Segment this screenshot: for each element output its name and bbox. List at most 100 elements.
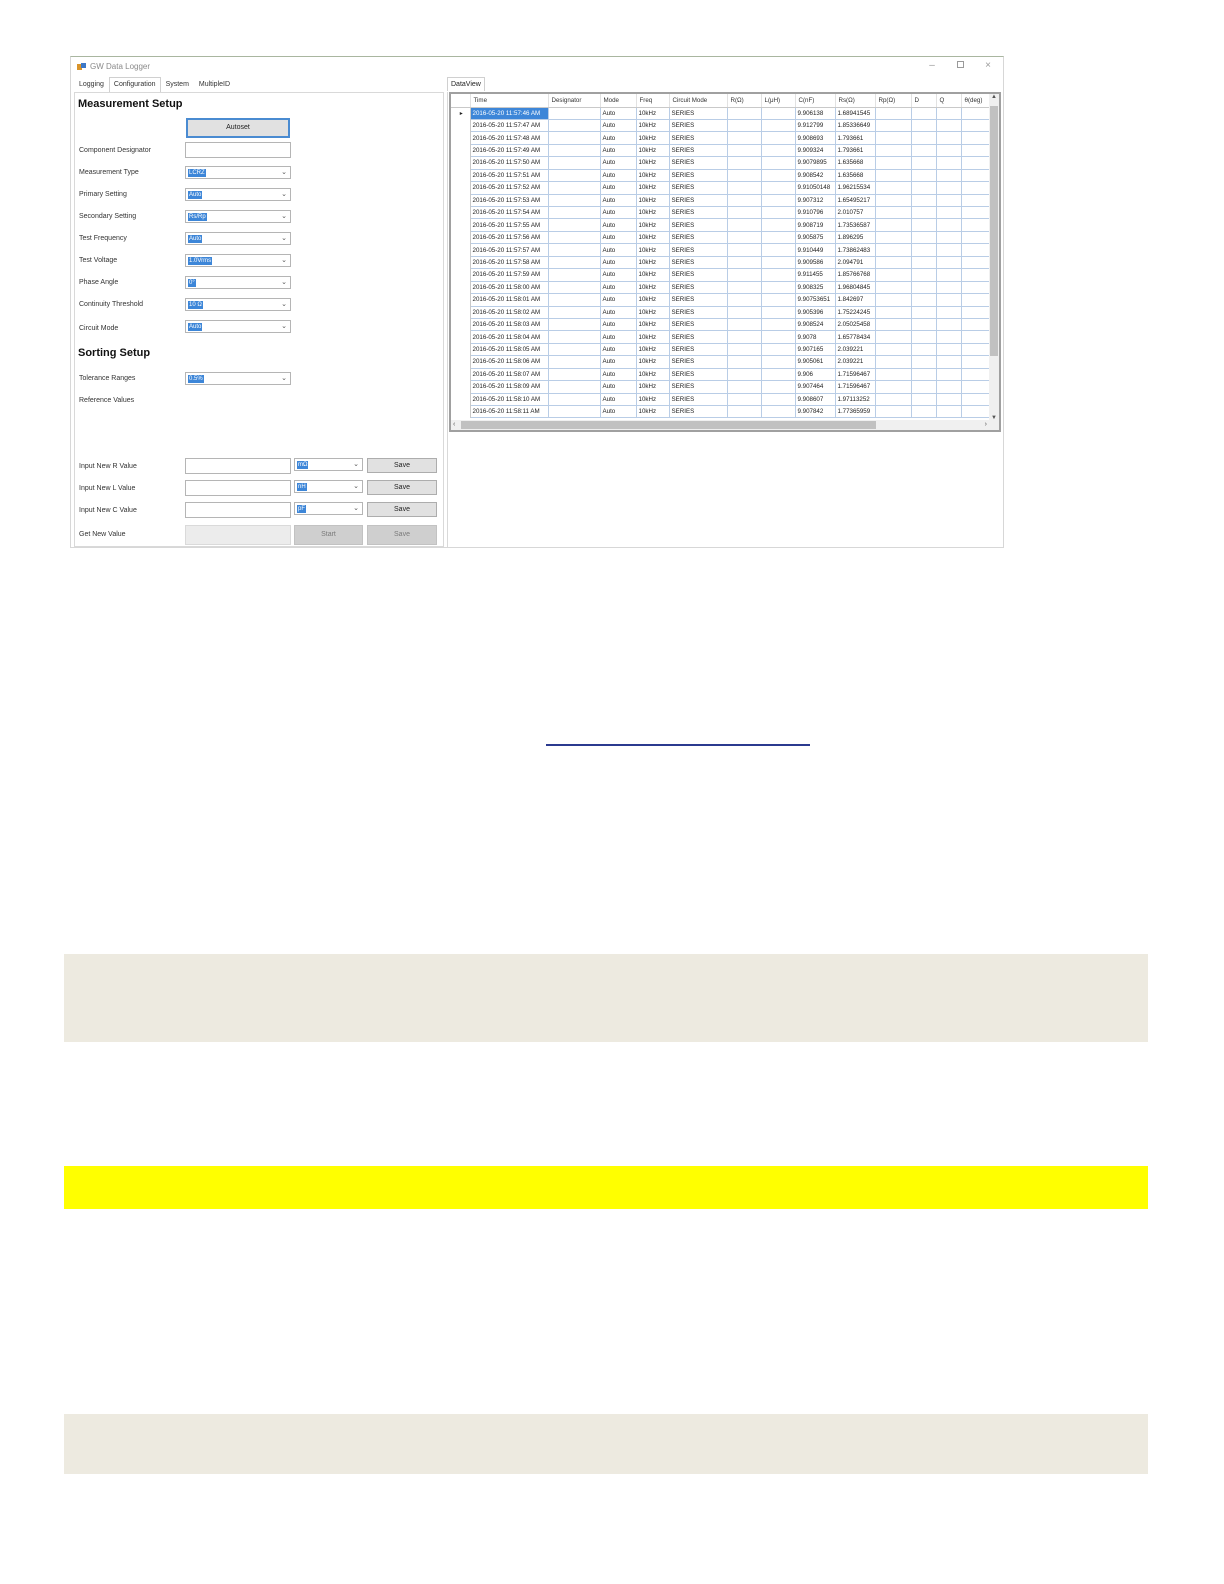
table-cell[interactable]: [760, 305, 796, 319]
maximize-button[interactable]: [946, 57, 974, 76]
table-cell[interactable]: SERIES: [668, 181, 728, 195]
table-row[interactable]: 2016-05-20 11:57:50 AM Auto 10kHz SERIES 9.9…: [451, 156, 992, 170]
table-cell[interactable]: [874, 156, 912, 170]
table-cell[interactable]: 2016-05-20 11:57:50 AM: [469, 156, 549, 170]
table-cell[interactable]: 9.905396: [794, 305, 836, 319]
row-header[interactable]: [451, 380, 471, 394]
table-cell[interactable]: 2016-05-20 11:58:11 AM: [469, 404, 549, 419]
table-cell[interactable]: 2016-05-20 11:57:49 AM: [469, 143, 549, 158]
table-cell[interactable]: SERIES: [668, 255, 728, 270]
table-cell[interactable]: [960, 392, 992, 407]
table-cell[interactable]: 1.85766768: [834, 268, 876, 282]
table-cell[interactable]: [910, 218, 937, 232]
table-cell[interactable]: [935, 268, 962, 282]
row-header[interactable]: [451, 268, 471, 282]
table-cell[interactable]: [910, 230, 937, 245]
table-cell[interactable]: 1.96215534: [834, 181, 876, 195]
column-header[interactable]: R(Ω): [727, 94, 762, 108]
table-cell[interactable]: [960, 342, 992, 357]
table-row[interactable]: 2016-05-20 11:57:47 AM Auto 10kHz SERIES 9.9…: [451, 118, 992, 133]
table-row[interactable]: 2016-05-20 11:58:01 AM Auto 10kHz SERIES 9.9…: [451, 293, 992, 307]
row-header[interactable]: [451, 206, 471, 219]
table-cell[interactable]: [935, 317, 962, 332]
table-cell[interactable]: [874, 380, 912, 394]
table-cell[interactable]: 9.906: [794, 367, 836, 382]
table-cell[interactable]: [760, 143, 796, 158]
table-cell[interactable]: Auto: [599, 118, 637, 133]
table-cell[interactable]: 1.68941545: [834, 106, 876, 120]
table-cell[interactable]: [960, 218, 992, 232]
table-cell[interactable]: 9.907165: [794, 342, 836, 357]
table-cell[interactable]: [874, 218, 912, 232]
tab-system[interactable]: System: [161, 77, 194, 92]
table-cell[interactable]: 2016-05-20 11:57:53 AM: [469, 193, 549, 208]
table-cell[interactable]: Auto: [599, 143, 637, 158]
table-row[interactable]: 2016-05-20 11:58:02 AM Auto 10kHz SERIES 9.9…: [451, 305, 992, 319]
table-cell[interactable]: [874, 367, 912, 382]
table-cell[interactable]: [874, 118, 912, 133]
table-cell[interactable]: 10kHz: [635, 280, 670, 295]
table-cell[interactable]: [726, 156, 762, 170]
table-cell[interactable]: [726, 280, 762, 295]
table-cell[interactable]: [547, 168, 601, 183]
table-cell[interactable]: [960, 268, 992, 282]
table-cell[interactable]: 10kHz: [635, 131, 670, 145]
column-header[interactable]: C(nF): [795, 94, 836, 108]
table-cell[interactable]: 2016-05-20 11:58:00 AM: [469, 280, 549, 295]
table-cell[interactable]: 1.71596467: [834, 367, 876, 382]
table-cell[interactable]: [960, 293, 992, 307]
table-cell[interactable]: [960, 230, 992, 245]
row-header[interactable]: [451, 405, 471, 418]
table-cell[interactable]: [760, 380, 796, 394]
hyperlink-underline[interactable]: [546, 744, 810, 746]
table-cell[interactable]: [547, 230, 601, 245]
table-cell[interactable]: [960, 168, 992, 183]
tolerance-ranges-select[interactable]: 0.5% ⌄: [185, 372, 291, 385]
table-cell[interactable]: 2016-05-20 11:57:46 AM: [469, 106, 549, 120]
table-cell[interactable]: 9.907842: [794, 404, 836, 419]
table-cell[interactable]: [960, 131, 992, 145]
table-cell[interactable]: [726, 355, 762, 369]
column-header[interactable]: θ(deg): [961, 94, 992, 108]
table-row[interactable]: 2016-05-20 11:57:54 AM Auto 10kHz SERIES 9.9…: [451, 205, 992, 220]
horizontal-scrollbar[interactable]: ‹ ›: [451, 420, 999, 430]
row-header[interactable]: [451, 281, 471, 294]
table-cell[interactable]: SERIES: [668, 156, 728, 170]
table-cell[interactable]: SERIES: [668, 243, 728, 257]
table-cell[interactable]: [935, 181, 962, 195]
table-cell[interactable]: [760, 218, 796, 232]
input-l-field[interactable]: [185, 480, 291, 496]
table-cell[interactable]: Auto: [599, 342, 637, 357]
table-cell[interactable]: [910, 118, 937, 133]
row-header[interactable]: [451, 144, 471, 157]
close-button[interactable]: ×: [974, 57, 1002, 76]
scroll-up-icon[interactable]: ▲: [989, 94, 999, 100]
table-cell[interactable]: 1.896295: [834, 230, 876, 245]
table-cell[interactable]: [910, 168, 937, 183]
table-cell[interactable]: SERIES: [668, 131, 728, 145]
table-cell[interactable]: 10kHz: [635, 367, 670, 382]
table-cell[interactable]: 1.635668: [834, 168, 876, 183]
table-cell[interactable]: [910, 255, 937, 270]
table-cell[interactable]: 9.908325: [794, 280, 836, 295]
table-cell[interactable]: [547, 280, 601, 295]
row-header[interactable]: [451, 156, 471, 170]
table-cell[interactable]: [547, 143, 601, 158]
table-cell[interactable]: [910, 404, 937, 419]
table-cell[interactable]: [935, 280, 962, 295]
table-cell[interactable]: SERIES: [668, 392, 728, 407]
table-cell[interactable]: 9.907464: [794, 380, 836, 394]
table-cell[interactable]: [760, 181, 796, 195]
table-cell[interactable]: [726, 230, 762, 245]
table-cell[interactable]: 1.73536587: [834, 218, 876, 232]
table-cell[interactable]: 9.908607: [794, 392, 836, 407]
column-header[interactable]: L(μH): [761, 94, 796, 108]
vertical-scroll-thumb[interactable]: [990, 106, 998, 356]
table-cell[interactable]: [547, 330, 601, 344]
table-cell[interactable]: Auto: [599, 330, 637, 344]
table-cell[interactable]: [760, 317, 796, 332]
table-cell[interactable]: 10kHz: [635, 392, 670, 407]
start-button[interactable]: Start: [294, 525, 363, 545]
table-cell[interactable]: SERIES: [668, 118, 728, 133]
table-cell[interactable]: [874, 342, 912, 357]
